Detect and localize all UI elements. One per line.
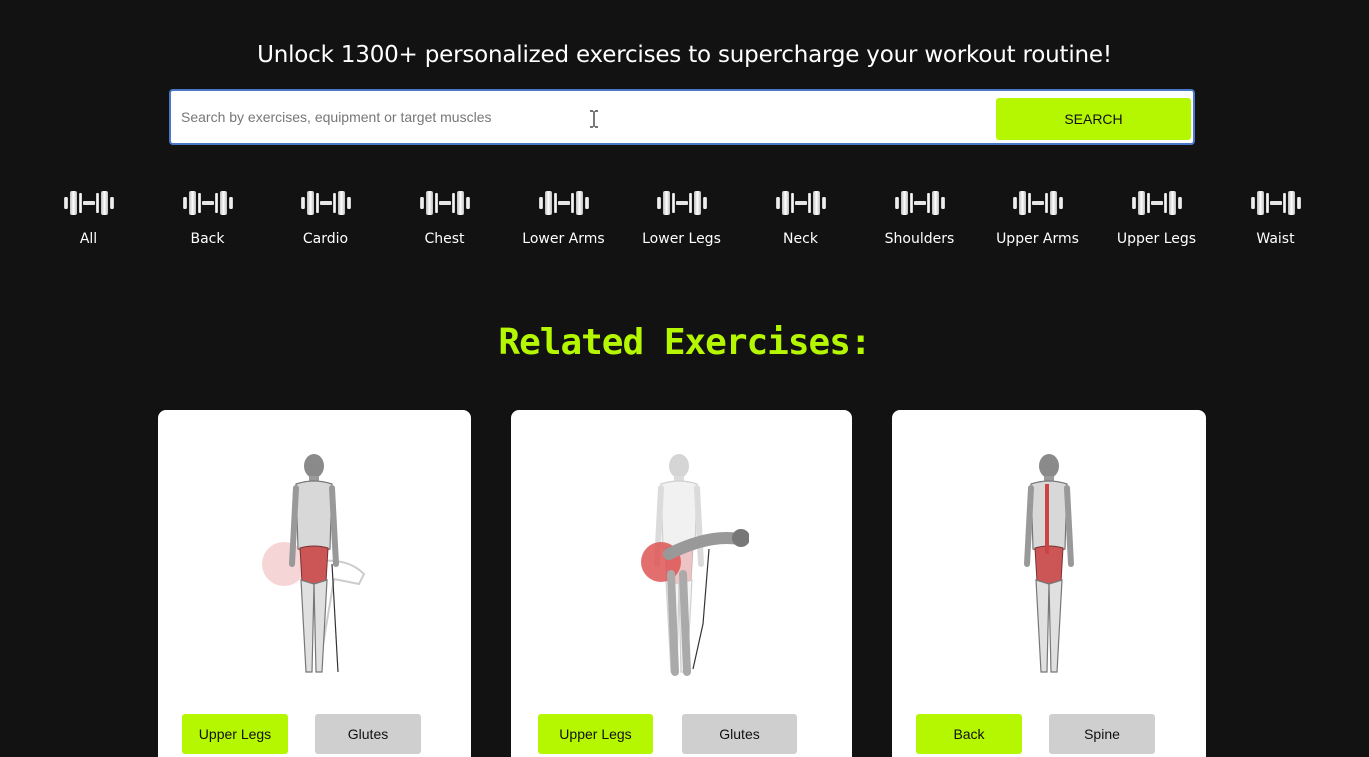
dumbbell-icon: [538, 191, 589, 215]
category-back[interactable]: Back: [148, 188, 267, 247]
category-list: All Back Cardio Chest Lower Arms Lower L…: [29, 188, 1335, 258]
search-button[interactable]: SEARCH: [996, 98, 1191, 140]
category-label: Back: [190, 231, 225, 247]
category-neck[interactable]: Neck: [741, 188, 860, 247]
tag-primary[interactable]: Upper Legs: [182, 714, 288, 754]
category-label: All: [79, 231, 98, 247]
category-label: Neck: [783, 231, 818, 247]
category-lower-arms[interactable]: Lower Arms: [504, 188, 623, 247]
dumbbell-icon: [419, 191, 470, 215]
category-shoulders[interactable]: Shoulders: [860, 188, 979, 247]
dumbbell-icon: [1012, 191, 1063, 215]
tag-secondary[interactable]: Spine: [1049, 714, 1155, 754]
category-cardio[interactable]: Cardio: [266, 188, 385, 247]
dumbbell-icon: [300, 191, 351, 215]
category-all[interactable]: All: [29, 188, 148, 247]
category-chest[interactable]: Chest: [385, 188, 504, 247]
dumbbell-icon: [1131, 191, 1182, 215]
hero-title: Unlock 1300+ personalized exercises to s…: [257, 42, 1112, 68]
category-label: Cardio: [302, 231, 349, 247]
exercise-illustration-icon: [641, 454, 749, 676]
tag-primary[interactable]: Upper Legs: [538, 714, 653, 754]
dumbbell-icon: [1250, 191, 1301, 215]
category-label: Shoulders: [884, 231, 955, 247]
category-upper-arms[interactable]: Upper Arms: [978, 188, 1097, 247]
dumbbell-icon: [656, 191, 707, 215]
related-exercises-title: Related Exercises:: [498, 322, 871, 363]
dumbbell-icon: [775, 191, 826, 215]
exercise-illustration-icon: [979, 454, 1119, 684]
dumbbell-icon: [63, 191, 114, 215]
tag-secondary[interactable]: Glutes: [315, 714, 421, 754]
category-label: Chest: [424, 231, 465, 247]
category-waist[interactable]: Waist: [1216, 188, 1335, 247]
dumbbell-icon: [894, 191, 945, 215]
category-label: Upper Arms: [996, 231, 1079, 247]
dumbbell-icon: [182, 191, 233, 215]
category-upper-legs[interactable]: Upper Legs: [1097, 188, 1216, 247]
exercise-card[interactable]: Back Spine: [892, 410, 1206, 757]
exercise-card[interactable]: Upper Legs Glutes: [511, 410, 852, 757]
tag-secondary[interactable]: Glutes: [682, 714, 797, 754]
category-label: Upper Legs: [1116, 231, 1197, 247]
tag-primary[interactable]: Back: [916, 714, 1022, 754]
search-input[interactable]: [171, 91, 991, 143]
category-lower-legs[interactable]: Lower Legs: [622, 188, 741, 247]
category-label: Lower Legs: [642, 231, 721, 247]
category-label: Waist: [1256, 231, 1295, 247]
text-cursor-icon: [590, 110, 598, 128]
exercise-illustration-icon: [262, 454, 366, 684]
page: Unlock 1300+ personalized exercises to s…: [0, 0, 1369, 757]
exercise-card[interactable]: Upper Legs Glutes: [158, 410, 471, 757]
category-label: Lower Arms: [522, 231, 605, 247]
